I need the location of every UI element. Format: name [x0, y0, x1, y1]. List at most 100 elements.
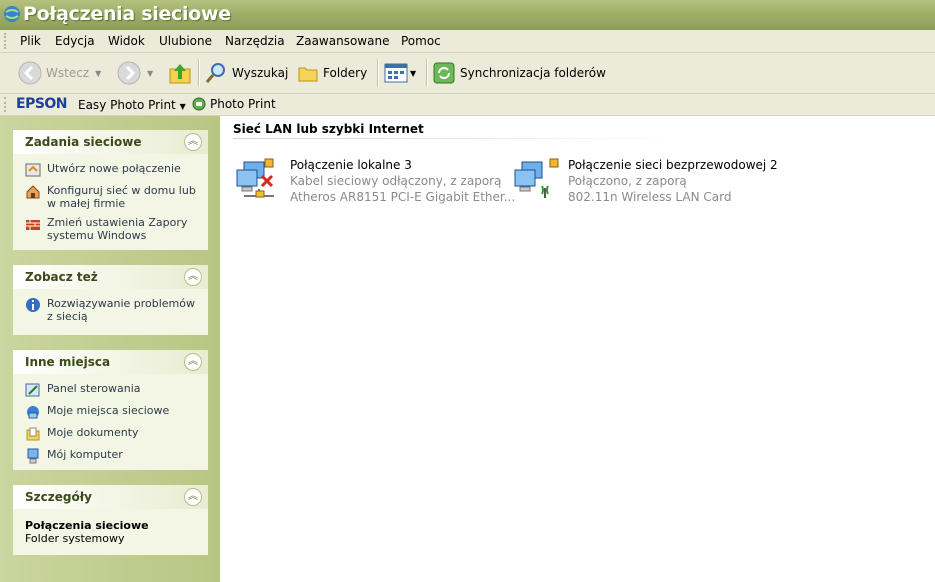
see-also-header[interactable]: Zobacz też ︽ [13, 265, 208, 289]
wireless-connection-icon [514, 158, 559, 198]
collapse-icon[interactable]: ︽ [184, 133, 202, 151]
my-documents-label: Moje dokumenty [47, 426, 139, 439]
computer-icon [27, 448, 39, 464]
views-icon [384, 63, 408, 83]
other-places-panel: Inne miejsca ︽ Panel sterowania Moje mie… [13, 350, 208, 470]
group-divider [233, 138, 683, 139]
my-documents-link[interactable]: Moje dokumenty [25, 426, 198, 442]
menu-zaawansowane[interactable]: Zaawansowane [296, 34, 389, 48]
other-places-header[interactable]: Inne miejsca ︽ [13, 350, 208, 374]
home-network-icon [26, 185, 40, 199]
folders-button[interactable]: Foldery [297, 53, 367, 93]
menu-plik[interactable]: Plik [20, 34, 41, 48]
troubleshoot-label: Rozwiązywanie problemów z siecią [47, 297, 196, 323]
connection-status: Kabel sieciowy odłączony, z zaporą [290, 174, 502, 188]
menu-ulubione[interactable]: Ulubione [159, 34, 212, 48]
my-network-places-link[interactable]: Moje miejsca sieciowe [25, 404, 198, 420]
forward-dropdown-icon[interactable]: ▼ [147, 69, 153, 78]
folders-label: Foldery [323, 66, 368, 80]
photo-print-icon [192, 97, 206, 111]
other-places-title: Inne miejsca [25, 355, 111, 369]
toolbar-separator [198, 59, 200, 87]
up-folder-button[interactable] [168, 53, 192, 93]
forward-button[interactable]: ▼ [117, 53, 153, 93]
see-also-title: Zobacz też [25, 270, 98, 284]
photo-print-label: Photo Print [210, 97, 276, 111]
connection-name: Połączenie sieci bezprzewodowej 2 [568, 158, 778, 172]
my-computer-link[interactable]: Mój komputer [25, 448, 198, 464]
firewall-settings-label: Zmień ustawienia Zapory systemu Windows [47, 216, 188, 242]
easy-photo-print-label: Easy Photo Print [78, 98, 176, 112]
connection-item-wireless[interactable]: Połączenie sieci bezprzewodowej 2 Połącz… [512, 156, 812, 206]
collapse-icon[interactable]: ︽ [184, 353, 202, 371]
connection-item-lan[interactable]: Połączenie lokalne 3 Kabel sieciowy odłą… [234, 156, 516, 206]
up-folder-icon [169, 64, 191, 84]
network-tasks-panel: Zadania sieciowe ︽ Utwórz nowe połączeni… [13, 130, 208, 250]
toolbar-separator [426, 59, 428, 87]
see-also-panel: Zobacz też ︽ Rozwiązywanie problemów z s… [13, 265, 208, 335]
task-pane: Zadania sieciowe ︽ Utwórz nowe połączeni… [0, 116, 220, 582]
chevron-down-icon: ▼ [179, 102, 186, 111]
menu-pomoc[interactable]: Pomoc [401, 34, 441, 48]
collapse-icon[interactable]: ︽ [184, 488, 202, 506]
menu-narzedzia[interactable]: Narzędzia [225, 34, 285, 48]
control-panel-icon [25, 383, 40, 397]
back-button[interactable]: Wstecz ▼ [18, 53, 101, 93]
search-button[interactable]: Wyszukaj [204, 53, 288, 93]
create-connection-link[interactable]: Utwórz nowe połączenie [25, 162, 198, 178]
details-header[interactable]: Szczegóły ︽ [13, 485, 208, 509]
network-tasks-title: Zadania sieciowe [25, 135, 142, 149]
photo-print-button[interactable]: Photo Print [192, 97, 276, 111]
firewall-icon [26, 220, 40, 230]
lan-connection-icon [236, 158, 274, 198]
connection-device: 802.11n Wireless LAN Card [568, 190, 732, 204]
info-icon [26, 298, 40, 312]
window-title: Połączenia sieciowe [23, 3, 231, 25]
forward-arrow-icon [117, 61, 141, 85]
epson-toolbar: EPSON Easy Photo Print ▼ Photo Print [0, 94, 935, 116]
menu-bar: Plik Edycja Widok Ulubione Narzędzia Zaa… [0, 30, 935, 53]
toolbar: Wstecz ▼ ▼ Wyszukaj Foldery ▼ Synchroniz… [0, 53, 935, 94]
connection-device: Atheros AR8151 PCI-E Gigabit Ether... [290, 190, 516, 204]
search-label: Wyszukaj [232, 66, 289, 80]
new-connection-icon [25, 163, 41, 177]
home-network-setup-link[interactable]: Konfiguruj sieć w domu lub w małej firmi… [25, 184, 198, 210]
easy-photo-print-button[interactable]: Easy Photo Print ▼ [78, 98, 186, 112]
troubleshoot-link[interactable]: Rozwiązywanie problemów z siecią [25, 297, 198, 323]
back-arrow-icon [18, 61, 42, 85]
details-title: Szczegóły [25, 490, 92, 504]
network-places-icon [27, 406, 39, 419]
connection-name: Połączenie lokalne 3 [290, 158, 412, 172]
epson-logo: EPSON [16, 96, 68, 112]
create-connection-label: Utwórz nowe połączenie [47, 162, 181, 175]
control-panel-label: Panel sterowania [47, 382, 141, 395]
content-area: Sieć LAN lub szybki Internet Połączenie … [220, 116, 935, 582]
menu-grip [4, 33, 8, 49]
group-header: Sieć LAN lub szybki Internet [233, 122, 424, 136]
menu-widok[interactable]: Widok [108, 34, 145, 48]
folders-icon [298, 67, 318, 82]
epson-grip [4, 97, 8, 112]
network-folder-icon [4, 6, 20, 22]
connection-status: Połączono, z zaporą [568, 174, 687, 188]
firewall-settings-link[interactable]: Zmień ustawienia Zapory systemu Windows [25, 216, 198, 242]
home-network-setup-label: Konfiguruj sieć w domu lub w małej firmi… [47, 184, 196, 210]
views-button[interactable]: ▼ [384, 53, 416, 93]
details-panel: Szczegóły ︽ Połączenia sieciowe Folder s… [13, 485, 208, 555]
my-computer-label: Mój komputer [47, 448, 123, 461]
sync-folders-button[interactable]: Synchronizacja folderów [432, 53, 606, 93]
collapse-icon[interactable]: ︽ [184, 268, 202, 286]
search-icon [205, 63, 225, 83]
details-type: Folder systemowy [25, 532, 125, 545]
sync-label: Synchronizacja folderów [460, 66, 606, 80]
my-network-places-label: Moje miejsca sieciowe [47, 404, 170, 417]
menu-edycja[interactable]: Edycja [55, 34, 95, 48]
network-tasks-header[interactable]: Zadania sieciowe ︽ [13, 130, 208, 154]
sync-icon [433, 62, 455, 84]
documents-icon [26, 427, 40, 441]
views-dropdown-icon: ▼ [410, 68, 417, 78]
title-bar: Połączenia sieciowe [0, 0, 935, 30]
details-name: Połączenia sieciowe [25, 519, 149, 532]
control-panel-link[interactable]: Panel sterowania [25, 382, 198, 398]
back-dropdown-icon[interactable]: ▼ [95, 69, 101, 78]
